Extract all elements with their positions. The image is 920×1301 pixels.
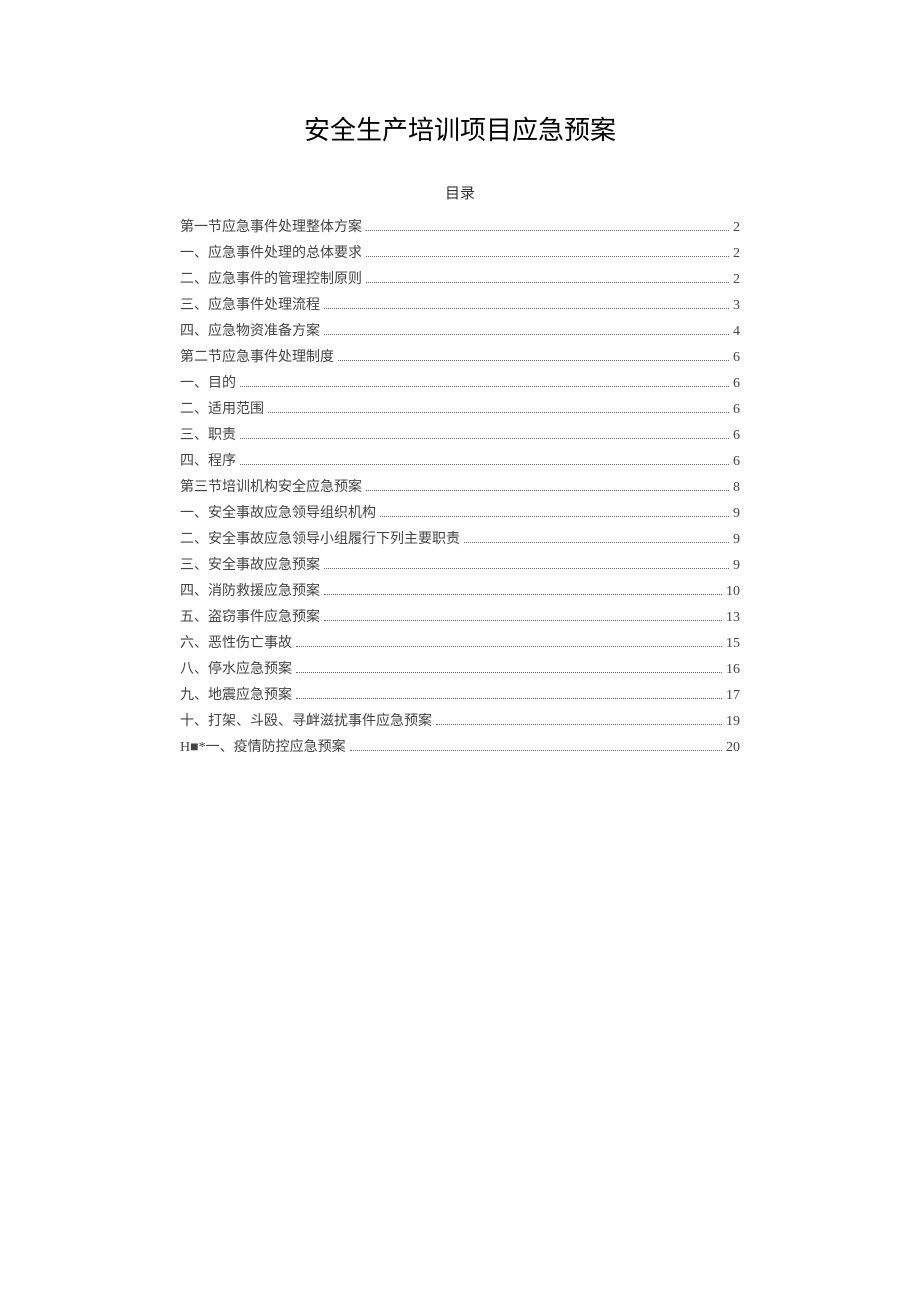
toc-item-dots — [366, 480, 729, 491]
toc-item-label: 五、盗窃事件应急预案 — [180, 605, 320, 631]
toc-item-label: 六、恶性伤亡事故 — [180, 631, 292, 657]
toc-item-page: 2 — [733, 241, 740, 267]
toc-item-dots — [296, 662, 722, 673]
toc-item-label: 一、安全事故应急领导组织机构 — [180, 501, 376, 527]
toc-item-label: 一、应急事件处理的总体要求 — [180, 241, 362, 267]
toc-item-page: 15 — [726, 631, 740, 657]
toc-item-dots — [324, 558, 729, 569]
toc-item: 十、打架、斗殴、寻衅滋扰事件应急预案 19 — [180, 709, 740, 735]
toc-item-dots — [366, 220, 729, 231]
toc-item-label: 一、目的 — [180, 371, 236, 397]
toc-item: 第二节应急事件处理制度 6 — [180, 345, 740, 371]
toc-item-dots — [464, 532, 729, 543]
toc-item-dots — [350, 740, 722, 751]
toc-item-label: 第三节培训机构安全应急预案 — [180, 475, 362, 501]
toc-item-page: 16 — [726, 657, 740, 683]
toc-item-page: 4 — [733, 319, 740, 345]
toc-item-page: 6 — [733, 449, 740, 475]
toc-item-label: 三、职责 — [180, 423, 236, 449]
toc-item: 二、适用范围 6 — [180, 397, 740, 423]
toc-item: 二、安全事故应急领导小组履行下列主要职责 9 — [180, 527, 740, 553]
toc-item-page: 19 — [726, 709, 740, 735]
toc-item: 一、安全事故应急领导组织机构 9 — [180, 501, 740, 527]
toc-item-page: 13 — [726, 605, 740, 631]
toc-item-label: 三、安全事故应急预案 — [180, 553, 320, 579]
toc-item: 三、安全事故应急预案 9 — [180, 553, 740, 579]
toc-item-label: 二、适用范围 — [180, 397, 264, 423]
toc-item: 四、程序 6 — [180, 449, 740, 475]
toc-item-page: 6 — [733, 397, 740, 423]
toc-item-label: 八、停水应急预案 — [180, 657, 292, 683]
toc-item: 一、应急事件处理的总体要求 2 — [180, 241, 740, 267]
toc-item-page: 8 — [733, 475, 740, 501]
toc-item-page: 2 — [733, 215, 740, 241]
toc-item-label: H■*一、疫情防控应急预案 — [180, 735, 346, 761]
toc-item-dots — [296, 688, 722, 699]
toc-list: 第一节应急事件处理整体方案2一、应急事件处理的总体要求2二、应急事件的管理控制原… — [180, 215, 740, 761]
toc-item-label: 三、应急事件处理流程 — [180, 293, 320, 319]
toc-item-dots — [240, 454, 729, 465]
toc-heading: 目录 — [180, 182, 740, 203]
toc-item: 第三节培训机构安全应急预案 8 — [180, 475, 740, 501]
toc-item-page: 9 — [733, 527, 740, 553]
toc-item-page: 3 — [733, 293, 740, 319]
toc-item-label: 二、安全事故应急领导小组履行下列主要职责 — [180, 527, 460, 553]
toc-item-dots — [296, 636, 722, 647]
toc-item-dots — [324, 324, 729, 335]
toc-item-dots — [268, 402, 729, 413]
toc-item-dots — [338, 350, 729, 361]
toc-item: 三、职责 6 — [180, 423, 740, 449]
toc-item-label: 十、打架、斗殴、寻衅滋扰事件应急预案 — [180, 709, 432, 735]
toc-item-label: 九、地震应急预案 — [180, 683, 292, 709]
toc-item-label: 四、消防救援应急预案 — [180, 579, 320, 605]
toc-item: 第一节应急事件处理整体方案 2 — [180, 215, 740, 241]
toc-item-label: 四、程序 — [180, 449, 236, 475]
toc-item-label: 第二节应急事件处理制度 — [180, 345, 334, 371]
toc-item-dots — [366, 272, 729, 283]
toc-item-label: 四、应急物资准备方案 — [180, 319, 320, 345]
page-title: 安全生产培训项目应急预案 — [180, 110, 740, 147]
toc-item-dots — [240, 428, 729, 439]
toc-item-dots — [240, 376, 729, 387]
toc-item-page: 6 — [733, 345, 740, 371]
toc-item-page: 10 — [726, 579, 740, 605]
toc-item-page: 6 — [733, 371, 740, 397]
toc-item: 九、地震应急预案 17 — [180, 683, 740, 709]
toc-item: 四、应急物资准备方案 4 — [180, 319, 740, 345]
toc-item-page: 20 — [726, 735, 740, 761]
toc-item-label: 第一节应急事件处理整体方案 — [180, 215, 362, 241]
toc-item: 八、停水应急预案 16 — [180, 657, 740, 683]
toc-item-label: 二、应急事件的管理控制原则 — [180, 267, 362, 293]
toc-item-dots — [366, 246, 729, 257]
toc-item-dots — [436, 714, 722, 725]
toc-item: 五、盗窃事件应急预案 13 — [180, 605, 740, 631]
toc-item: 六、恶性伤亡事故 15 — [180, 631, 740, 657]
toc-item-page: 2 — [733, 267, 740, 293]
toc-item: 四、消防救援应急预案 10 — [180, 579, 740, 605]
toc-item-dots — [324, 584, 722, 595]
toc-item-dots — [324, 610, 722, 621]
toc-item-page: 17 — [726, 683, 740, 709]
toc-item-page: 9 — [733, 501, 740, 527]
toc-item: 三、应急事件处理流程 3 — [180, 293, 740, 319]
toc-item: H■*一、疫情防控应急预案 20 — [180, 735, 740, 761]
toc-item-page: 6 — [733, 423, 740, 449]
toc-item-page: 9 — [733, 553, 740, 579]
toc-item: 二、应急事件的管理控制原则 2 — [180, 267, 740, 293]
toc-item: 一、目的 6 — [180, 371, 740, 397]
toc-item-dots — [324, 298, 729, 309]
toc-item-dots — [380, 506, 729, 517]
